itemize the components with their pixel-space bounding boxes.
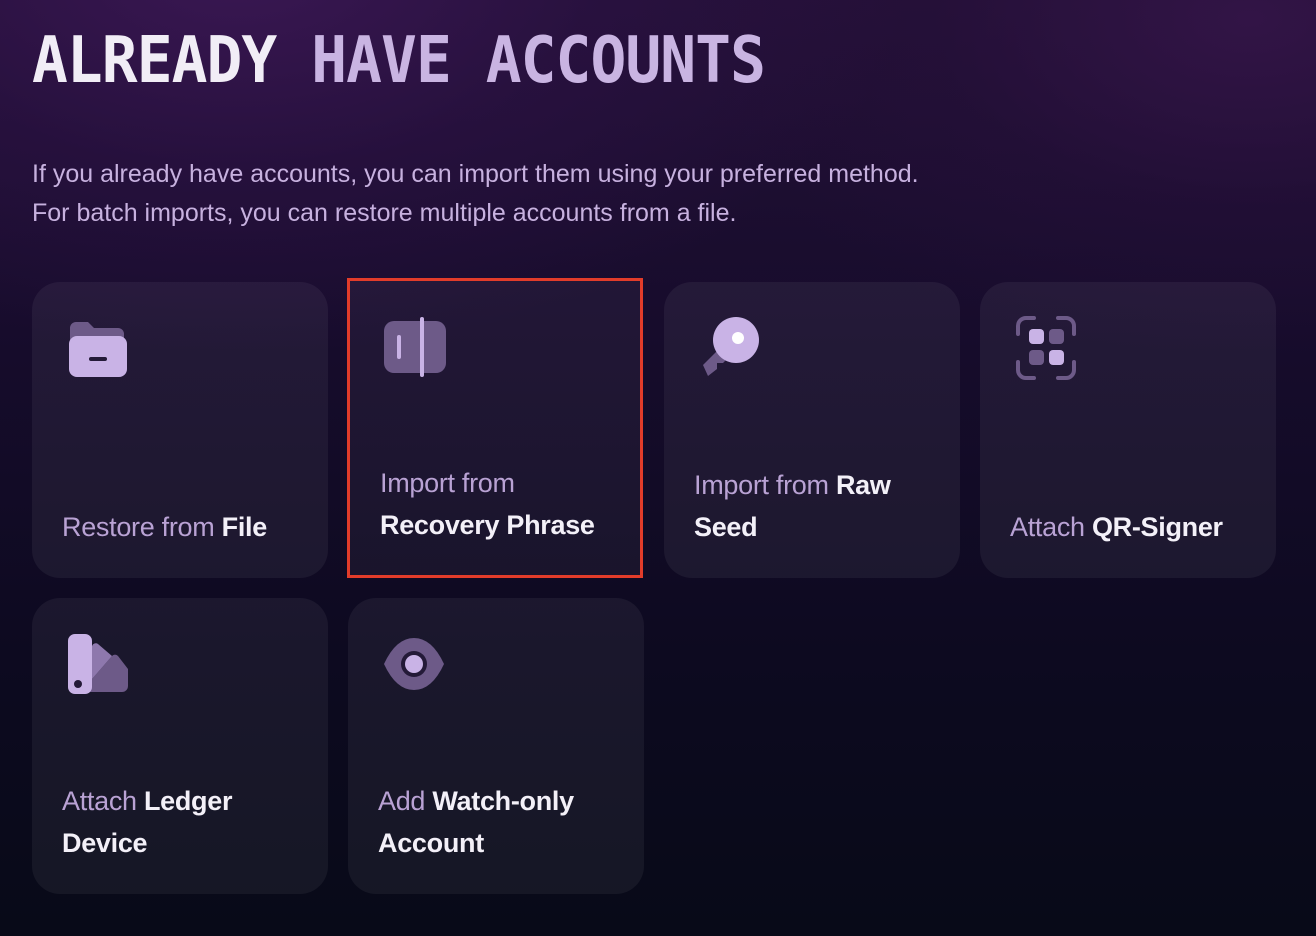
qr-scan-icon [1014,316,1078,380]
import-recovery-phrase-button[interactable]: Import from Recovery Phrase [347,278,643,578]
key-icon [698,316,762,380]
attach-ledger-device-button[interactable]: Attach Ledger Device [32,598,328,894]
attach-qr-signer-button[interactable]: Attach QR-Signer [980,282,1276,578]
page-title: ALREADY HAVE ACCOUNTS [32,22,766,100]
option-label: Import from Raw Seed [694,470,891,542]
option-label: Restore from File [62,512,267,542]
folder-icon [66,316,130,380]
page-description: If you already have accounts, you can im… [32,160,919,227]
add-watch-only-account-button[interactable]: Add Watch-only Account [348,598,644,894]
restore-from-file-button[interactable]: Restore from File [32,282,328,578]
import-raw-seed-button[interactable]: Import from Raw Seed [664,282,960,578]
eye-icon [382,632,446,696]
option-label: Add Watch-only Account [378,786,574,858]
ledger-icon [66,632,130,696]
option-label: Attach QR-Signer [1010,512,1223,542]
title-part-already: ALREADY [32,24,277,98]
recovery-phrase-icon [383,315,447,379]
option-label: Attach Ledger Device [62,786,233,858]
title-part-have-accounts: HAVE ACCOUNTS [311,24,766,98]
option-label: Import from Recovery Phrase [380,468,595,540]
